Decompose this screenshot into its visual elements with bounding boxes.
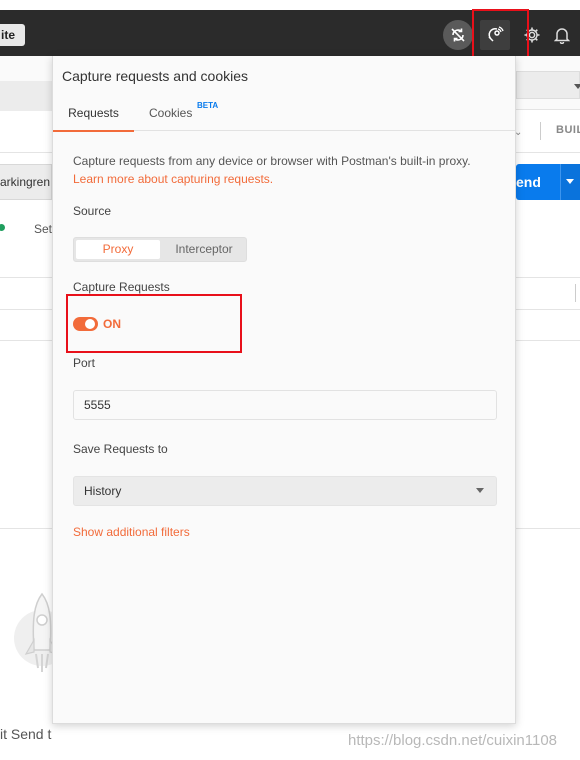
capture-icon-highlight <box>472 9 529 58</box>
popover-title: Capture requests and cookies <box>62 68 248 84</box>
port-label: Port <box>73 356 96 370</box>
capture-description: Capture requests from any device or brow… <box>73 152 493 188</box>
settings-tab[interactable]: Set <box>34 222 52 236</box>
save-requests-select[interactable]: History <box>73 476 497 506</box>
capture-toggle-highlight <box>66 294 242 353</box>
environment-dropdown[interactable] <box>516 71 580 99</box>
chevron-down-icon <box>566 179 574 184</box>
capture-popover: Capture requests and cookies Requests Co… <box>52 56 516 724</box>
watermark: https://blog.csdn.net/cuixin1108 <box>348 732 558 749</box>
tab-cookies-label: Cookies <box>149 106 193 120</box>
chevron-down-icon <box>476 488 484 493</box>
tab-requests[interactable]: Requests <box>53 106 134 132</box>
divider <box>575 284 576 302</box>
tab-cookies[interactable]: Cookies BETA <box>149 101 218 131</box>
beta-badge: BETA <box>197 101 219 110</box>
source-label: Source <box>73 204 112 218</box>
status-dot <box>0 224 5 231</box>
url-input[interactable]: arkingren <box>0 164 52 200</box>
source-selector: Proxy Interceptor <box>73 237 247 262</box>
show-filters-link[interactable]: Show additional filters <box>73 525 190 539</box>
build-tab[interactable]: BUIL <box>556 124 580 136</box>
source-proxy-option[interactable]: Proxy <box>76 240 160 259</box>
learn-more-link[interactable]: Learn more about capturing requests. <box>73 172 273 186</box>
description-text: Capture requests from any device or brow… <box>73 154 471 168</box>
source-interceptor-option[interactable]: Interceptor <box>162 240 246 259</box>
background-method-select <box>0 81 52 111</box>
capture-requests-label: Capture Requests <box>73 280 170 294</box>
send-button[interactable]: end <box>516 164 560 200</box>
popover-tabs: Requests Cookies BETA <box>53 100 515 132</box>
empty-state-hint: it Send t <box>0 726 52 742</box>
chevron-down-icon <box>574 84 580 89</box>
divider <box>540 122 541 140</box>
top-bar: ite <box>0 0 580 58</box>
invite-button[interactable]: ite <box>0 24 25 46</box>
save-requests-label: Save Requests to <box>73 442 168 456</box>
send-label: end <box>516 174 541 190</box>
sync-off-icon[interactable] <box>443 20 473 50</box>
bell-icon[interactable] <box>547 20 577 50</box>
port-input[interactable]: 5555 <box>73 390 497 420</box>
